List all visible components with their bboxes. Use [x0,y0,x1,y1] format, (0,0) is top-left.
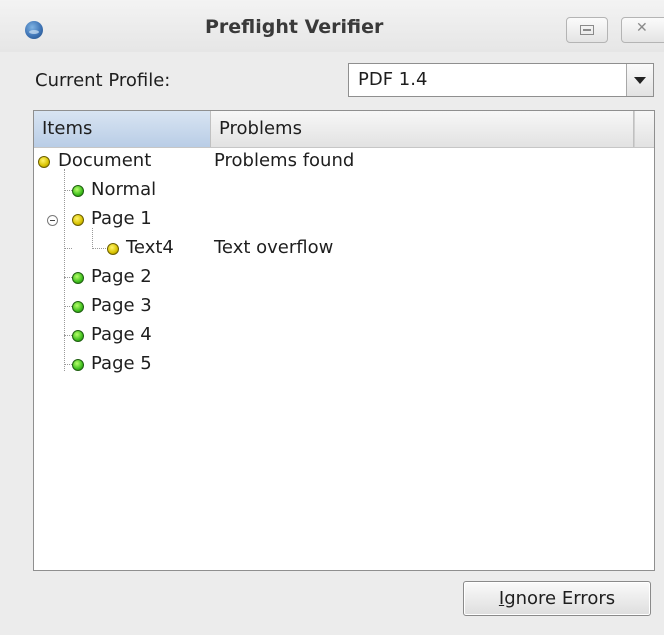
dropdown-arrow-icon[interactable] [626,64,653,96]
tree-row-page-1[interactable]: Page 1 [34,205,654,234]
green-dot-icon [72,330,84,342]
preflight-verifier-window: Preflight Verifier ✕ Current Profile: PD… [0,0,664,635]
yellow-dot-icon [72,214,84,226]
minimize-icon [580,25,594,35]
green-dot-icon [72,359,84,371]
globe-icon [25,21,43,39]
collapse-icon[interactable] [47,215,58,226]
tree-item-problem: Text overflow [214,237,334,258]
green-dot-icon [72,272,84,284]
yellow-dot-icon [107,243,119,255]
tree-row-page-5[interactable]: Page 5 [34,350,654,379]
ignore-errors-button[interactable]: Ignore Errors [463,581,651,616]
tree-row-normal[interactable]: Normal [34,176,654,205]
green-dot-icon [72,185,84,197]
tree-item-label: Page 5 [91,353,152,374]
column-header-filler [634,111,654,147]
tree-item-label: Page 4 [91,324,152,345]
tree-row-page-3[interactable]: Page 3 [34,292,654,321]
yellow-dot-icon [38,156,50,168]
close-icon: ✕ [636,20,648,36]
column-header-items[interactable]: Items [34,111,211,147]
current-profile-label: Current Profile: [35,70,171,91]
tree-header: Items Problems [34,111,654,148]
tree-item-problem: Problems found [214,150,355,171]
tree-item-label: Page 3 [91,295,152,316]
tree-row-document[interactable]: Document Problems found [34,147,654,176]
ignore-errors-label: gnore Errors [504,588,616,609]
title-bar[interactable]: Preflight Verifier ✕ [0,0,664,52]
items-tree[interactable]: Items Problems Document Problems found N… [33,110,655,571]
column-header-problems[interactable]: Problems [211,111,634,147]
close-button[interactable]: ✕ [621,17,664,43]
tree-item-label: Text4 [126,237,174,258]
tree-row-page-2[interactable]: Page 2 [34,263,654,292]
tree-item-label: Page 2 [91,266,152,287]
tree-item-label: Page 1 [91,208,152,229]
tree-item-label: Normal [91,179,157,200]
tree-row-page-4[interactable]: Page 4 [34,321,654,350]
tree-item-label: Document [58,150,152,171]
profile-select[interactable]: PDF 1.4 [348,63,654,97]
profile-select-value: PDF 1.4 [358,69,428,90]
window-title: Preflight Verifier [205,16,384,38]
tree-row-text4[interactable]: Text4 Text overflow [34,234,654,263]
minimize-button[interactable] [566,17,608,43]
green-dot-icon [72,301,84,313]
